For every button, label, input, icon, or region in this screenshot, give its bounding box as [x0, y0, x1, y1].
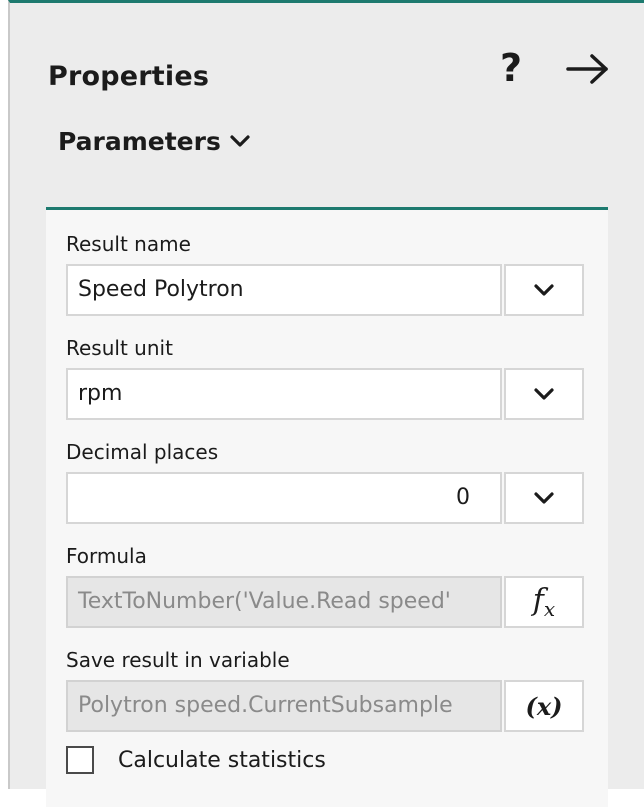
parameters-section-toggle[interactable]: Parameters	[58, 121, 251, 161]
decimal-places-dropdown-button[interactable]	[504, 472, 584, 524]
panel-title: Properties	[48, 61, 210, 92]
section-label: Parameters	[58, 126, 221, 156]
formula-label: Formula	[66, 544, 147, 568]
calculate-statistics-checkbox[interactable]	[66, 746, 94, 774]
decimal-places-input[interactable]: 0	[66, 472, 502, 524]
result-unit-label: Result unit	[66, 336, 173, 360]
help-button[interactable]: ?	[496, 45, 526, 91]
decimal-places-label: Decimal places	[66, 440, 219, 464]
variable-picker-button[interactable]: (x)	[504, 680, 584, 732]
chevron-down-icon	[534, 284, 554, 296]
function-icon-x: x	[543, 597, 556, 621]
formula-input[interactable]: TextToNumber('Value.Read speed'	[66, 576, 502, 628]
arrow-right-icon	[566, 54, 608, 84]
result-name-dropdown-button[interactable]	[504, 264, 584, 316]
result-unit-input[interactable]: rpm	[66, 368, 502, 420]
formula-editor-button[interactable]: fx	[504, 576, 584, 628]
result-unit-dropdown-button[interactable]	[504, 368, 584, 420]
result-name-label: Result name	[66, 232, 191, 256]
result-name-input[interactable]: Speed Polytron	[66, 264, 502, 316]
function-icon: fx	[533, 583, 555, 621]
save-variable-label: Save result in variable	[66, 648, 290, 672]
parameters-card: Result name Speed Polytron Result unit r…	[46, 207, 608, 807]
collapse-panel-button[interactable]	[564, 51, 612, 87]
chevron-down-icon	[534, 388, 554, 400]
save-variable-input[interactable]: Polytron speed.CurrentSubsample	[66, 680, 502, 732]
chevron-down-icon	[230, 135, 250, 147]
variable-icon: (x)	[525, 691, 563, 721]
calculate-statistics-label: Calculate statistics	[118, 747, 326, 773]
properties-panel: Properties ? Parameters Result name Spee…	[8, 0, 644, 807]
function-icon-f: f	[532, 583, 544, 618]
calculate-statistics-row[interactable]: Calculate statistics	[66, 746, 326, 774]
chevron-down-icon	[534, 492, 554, 504]
